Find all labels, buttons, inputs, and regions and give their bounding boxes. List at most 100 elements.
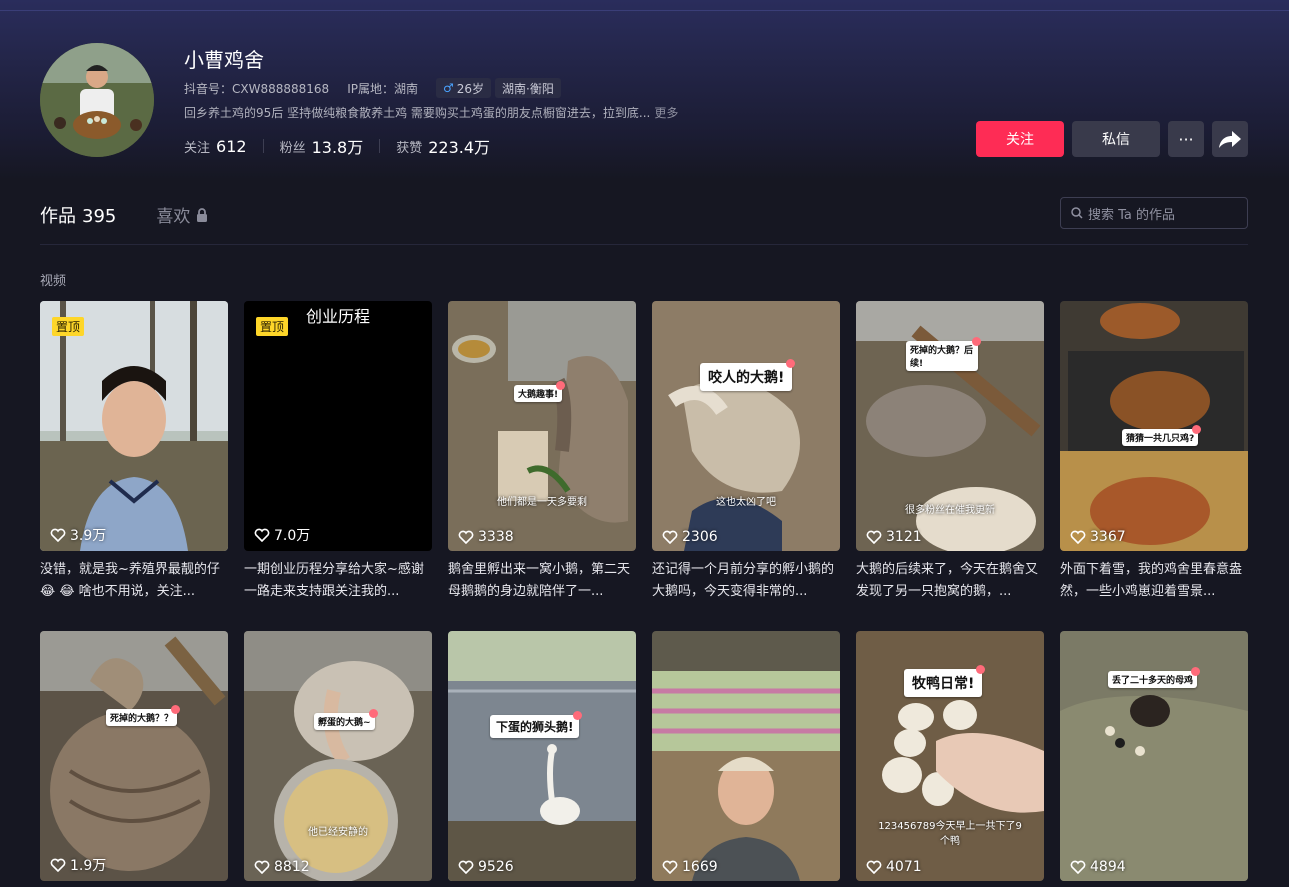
tab-likes-label: 喜欢 <box>156 207 191 227</box>
top-border <box>0 10 1289 11</box>
like-count: 1669 <box>662 859 718 875</box>
video-thumbnail[interactable]: 1669 <box>652 631 840 881</box>
video-sticker-text: 死掉的大鹅？后续! <box>910 346 974 369</box>
video-caption[interactable]: 大鹅的后续来了，今天在鹅舍又发现了另一只抱窝的鹅，... <box>856 559 1044 603</box>
like-count-value: 1669 <box>682 859 718 875</box>
like-count: 3.9万 <box>50 525 106 545</box>
video-card[interactable]: 创业历程 置顶 7.0万 一期创业历程分享给大家~感谢一路走来支持跟关注我的..… <box>244 301 432 603</box>
pinned-badge: 置顶 <box>256 317 289 336</box>
video-card[interactable]: 下蛋的狮头鹅! 9526 <box>448 631 636 881</box>
heart-icon <box>254 528 270 542</box>
like-count: 8812 <box>254 859 310 875</box>
heart-icon <box>662 530 678 544</box>
like-count-value: 9526 <box>478 859 514 875</box>
lock-icon <box>197 207 208 222</box>
video-thumbnail[interactable]: 下蛋的狮头鹅! 9526 <box>448 631 636 881</box>
video-thumbnail[interactable]: 死掉的大鹅？后续! 很多粉丝在催我更新 3121 <box>856 301 1044 551</box>
video-thumbnail[interactable]: 丢了二十多天的母鸡 4894 <box>1060 631 1248 881</box>
like-count-value: 4894 <box>1090 859 1126 875</box>
profile-meta: 抖音号：CXW888888168 IP属地：湖南 ♂ 26岁 湖南·衡阳 <box>184 78 565 98</box>
douyin-id: 抖音号：CXW888888168 <box>184 81 330 96</box>
age-tag-label: 26岁 <box>456 81 485 96</box>
video-sticker: 丢了二十多天的母鸡 <box>1108 667 1201 688</box>
video-thumbnail[interactable]: 牧鸭日常! 123456789今天早上一共下了9个鸭 4071 <box>856 631 1044 881</box>
video-sticker: 猜猜一共几只鸡? <box>1122 425 1202 446</box>
video-card[interactable]: 咬人的大鹅! 这也太凶了吧 2306 还记得一个月前分享的孵小鹅的大鹅吗，今天变… <box>652 301 840 603</box>
like-count-value: 7.0万 <box>274 528 311 544</box>
video-card[interactable]: 牧鸭日常! 123456789今天早上一共下了9个鸭 4071 <box>856 631 1044 881</box>
message-button[interactable]: 私信 <box>1072 121 1160 157</box>
video-card[interactable]: 孵蛋的大鹅~ 他已经安静的 8812 <box>244 631 432 881</box>
tabs-divider <box>40 244 1248 245</box>
profile-name: 小曹鸡舍 <box>184 48 264 72</box>
video-caption[interactable]: 鹅舍里孵出来一窝小鹅，第二天母鹅鹅的身边就陪伴了一... <box>448 559 636 603</box>
video-thumbnail[interactable]: 创业历程 置顶 7.0万 <box>244 301 432 551</box>
video-card[interactable]: 猜猜一共几只鸡? 3367 外面下着雪，我的鸡舍里春意盎然，一些小鸡崽迎着雪景.… <box>1060 301 1248 603</box>
bio-text: 回乡养土鸡的95后 坚持做纯粮食散养土鸡 需要购买土鸡蛋的朋友点橱窗进去，拉到底… <box>184 106 651 120</box>
video-thumbnail[interactable]: 咬人的大鹅! 这也太凶了吧 2306 <box>652 301 840 551</box>
video-thumbnail[interactable]: 死掉的大鹅？？ 1.9万 <box>40 631 228 881</box>
region-tag: 湖南·衡阳 <box>495 78 561 98</box>
like-count-value: 3367 <box>1090 529 1126 545</box>
video-sticker: 死掉的大鹅？？ <box>106 705 181 726</box>
bio-more-link[interactable]: 更多 <box>654 106 678 120</box>
profile-stats: 关注 612 粉丝 13.8万 获赞 223.4万 <box>184 134 490 158</box>
share-icon <box>1219 131 1241 148</box>
content-tabs: 作品 395 喜欢 <box>40 202 208 228</box>
video-card[interactable]: 死掉的大鹅？后续! 很多粉丝在催我更新 3121 大鹅的后续来了，今天在鹅舍又发… <box>856 301 1044 603</box>
pinned-badge: 置顶 <box>52 317 85 336</box>
video-subtitle: 很多粉丝在催我更新 <box>905 505 995 516</box>
video-card[interactable]: 丢了二十多天的母鸡 4894 <box>1060 631 1248 881</box>
video-caption[interactable]: 还记得一个月前分享的孵小鹅的大鹅吗，今天变得非常的... <box>652 559 840 603</box>
stat-divider <box>262 139 264 153</box>
heart-icon <box>1070 530 1086 544</box>
profile-bio: 回乡养土鸡的95后 坚持做纯粮食散养土鸡 需要购买土鸡蛋的朋友点橱窗进去，拉到底… <box>184 104 678 121</box>
video-sticker-text: 牧鸭日常! <box>912 676 975 692</box>
like-count: 4071 <box>866 859 922 875</box>
like-count: 4894 <box>1070 859 1126 875</box>
video-sticker-text: 猜猜一共几只鸡? <box>1126 434 1195 444</box>
section-label: 视频 <box>40 274 67 289</box>
heart-icon <box>1070 860 1086 874</box>
video-subtitle: 这也太凶了吧 <box>716 497 776 508</box>
heart-icon <box>866 530 882 544</box>
video-caption[interactable]: 一期创业历程分享给大家~感谢一路走来支持跟关注我的... <box>244 559 432 603</box>
share-button[interactable] <box>1212 121 1248 157</box>
heart-icon <box>254 860 270 874</box>
video-card[interactable]: 置顶 3.9万 没错，就是我~养殖界最靓的仔 😂 😂 啥也不用说，关注... <box>40 301 228 603</box>
video-card[interactable]: 大鹅趣事! 他们都是一天多要剩 3338 鹅舍里孵出来一窝小鹅，第二天母鹅鹅的身… <box>448 301 636 603</box>
stat-value: 223.4万 <box>428 138 491 157</box>
video-sticker-text: 咬人的大鹅! <box>708 370 785 386</box>
video-card[interactable]: 1669 <box>652 631 840 881</box>
video-sticker-text: 大鹅趣事! <box>518 390 559 400</box>
video-thumbnail[interactable]: 孵蛋的大鹅~ 他已经安静的 8812 <box>244 631 432 881</box>
stat-following[interactable]: 关注 612 <box>184 137 247 156</box>
stat-likes: 获赞 223.4万 <box>396 134 490 158</box>
like-count: 9526 <box>458 859 514 875</box>
search-input[interactable]: 搜索 Ta 的作品 <box>1060 197 1248 229</box>
stat-label: 关注 <box>184 140 211 156</box>
stat-label: 粉丝 <box>279 140 306 156</box>
avatar[interactable] <box>40 43 154 157</box>
stat-divider <box>379 139 381 153</box>
video-sticker: 咬人的大鹅! <box>700 359 796 391</box>
video-sticker-text: 孵蛋的大鹅~ <box>318 718 371 728</box>
video-caption[interactable]: 外面下着雪，我的鸡舍里春意盎然，一些小鸡崽迎着雪景... <box>1060 559 1248 603</box>
stat-label: 获赞 <box>396 140 423 156</box>
stat-followers[interactable]: 粉丝 13.8万 <box>280 134 364 158</box>
video-thumbnail[interactable]: 置顶 3.9万 <box>40 301 228 551</box>
video-sticker-text: 下蛋的狮头鹅! <box>496 720 574 734</box>
follow-button[interactable]: 关注 <box>976 121 1064 157</box>
like-count-value: 2306 <box>682 529 718 545</box>
male-icon: ♂ <box>442 81 454 95</box>
age-tag: ♂ 26岁 <box>435 78 492 98</box>
tab-works[interactable]: 作品 395 <box>40 202 116 228</box>
video-thumbnail[interactable]: 猜猜一共几只鸡? 3367 <box>1060 301 1248 551</box>
video-card[interactable]: 死掉的大鹅？？ 1.9万 <box>40 631 228 881</box>
video-caption[interactable]: 没错，就是我~养殖界最靓的仔 😂 😂 啥也不用说，关注... <box>40 559 228 603</box>
video-thumbnail[interactable]: 大鹅趣事! 他们都是一天多要剩 3338 <box>448 301 636 551</box>
video-subtitle: 他已经安静的 <box>308 827 368 838</box>
tab-likes[interactable]: 喜欢 <box>156 202 208 227</box>
heart-icon <box>662 860 678 874</box>
more-button[interactable]: ··· <box>1168 121 1204 157</box>
